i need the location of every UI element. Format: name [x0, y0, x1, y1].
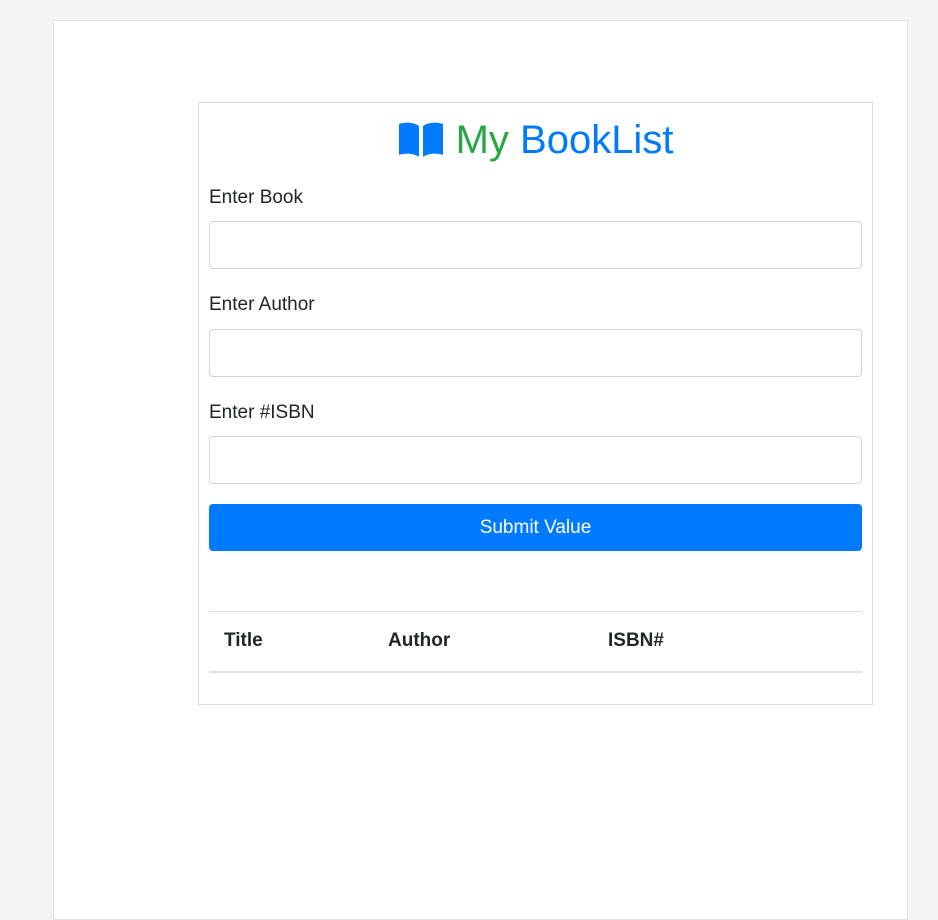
booklist-card: My BookList Enter Book Enter Author Ente… — [198, 102, 873, 705]
column-header-author: Author — [373, 611, 593, 673]
page-container: My BookList Enter Book Enter Author Ente… — [53, 20, 908, 920]
submit-button[interactable]: Submit Value — [209, 504, 862, 551]
book-label: Enter Book — [209, 187, 303, 208]
author-label: Enter Author — [209, 294, 315, 315]
author-input[interactable] — [209, 329, 862, 377]
isbn-input[interactable] — [209, 436, 862, 484]
open-book-icon — [398, 121, 444, 159]
app-header: My BookList — [199, 117, 872, 163]
book-input[interactable] — [209, 221, 862, 269]
book-list-table: Title Author ISBN# — [209, 611, 862, 673]
column-header-title: Title — [209, 611, 373, 673]
column-header-isbn: ISBN# — [593, 611, 862, 673]
table-header-row: Title Author ISBN# — [209, 611, 862, 673]
app-title-booklist: BookList — [520, 118, 674, 162]
app-title: My BookList — [456, 117, 674, 163]
isbn-label: Enter #ISBN — [209, 402, 315, 423]
app-title-my: My — [455, 118, 509, 162]
